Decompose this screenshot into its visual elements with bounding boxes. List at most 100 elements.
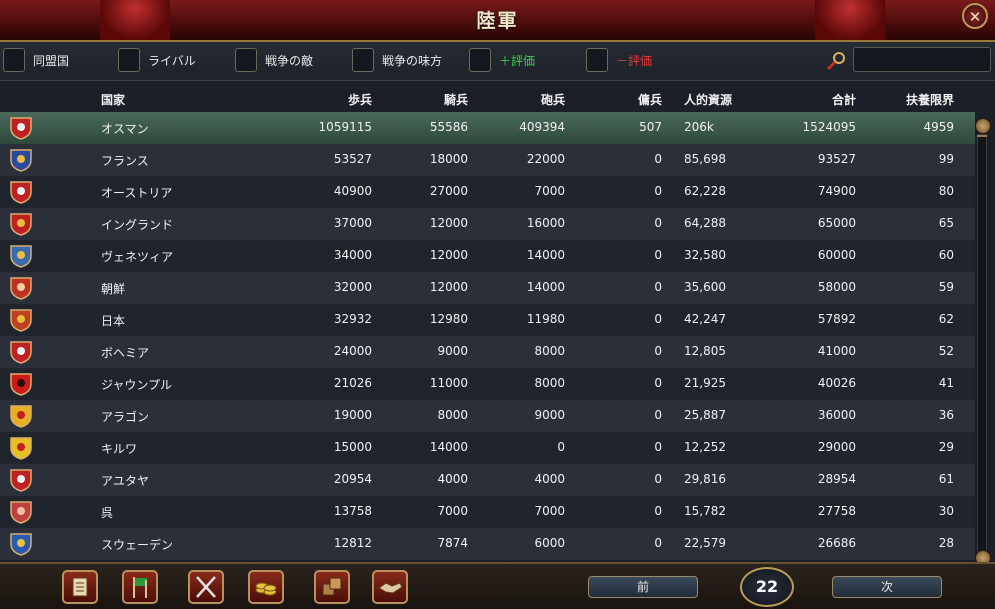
search-input[interactable] [853, 47, 991, 72]
scrollbar-thumb[interactable] [977, 135, 987, 137]
country-shield-icon[interactable] [8, 467, 34, 493]
crossed-swords-icon [196, 576, 216, 598]
cell-total: 58000 [817, 280, 856, 294]
military-button[interactable] [188, 570, 224, 604]
war-enemies-checkbox[interactable] [235, 48, 257, 72]
cell-force-limit: 28 [938, 536, 954, 550]
war-allies-checkbox[interactable] [352, 48, 374, 72]
column-country[interactable]: 国家 [101, 91, 125, 108]
title-bar: 陸軍 ✕ [0, 0, 995, 42]
negative-opinion-checkbox[interactable] [586, 48, 608, 72]
table-row[interactable]: ヴェネツィア 34000 12000 14000 0 32,580 60000 60 [0, 240, 975, 272]
cell-mercenary: 0 [654, 152, 662, 166]
cell-manpower: 32,580 [684, 248, 726, 262]
filter-label: 同盟国 [33, 54, 70, 68]
table-row[interactable]: 朝鮮 32000 12000 14000 0 35,600 58000 59 [0, 272, 975, 304]
cell-country[interactable]: アラゴン [101, 408, 149, 425]
allies-checkbox[interactable] [3, 48, 25, 72]
table-row[interactable]: オーストリア 40900 27000 7000 0 62,228 74900 80 [0, 176, 975, 208]
cell-artillery: 4000 [534, 472, 565, 486]
cell-force-limit: 30 [938, 504, 954, 518]
country-shield-icon[interactable] [8, 211, 34, 237]
cell-artillery: 409394 [519, 120, 565, 134]
cell-country[interactable]: 呉 [101, 504, 113, 521]
economy-button[interactable] [248, 570, 284, 604]
cell-country[interactable]: ボヘミア [101, 344, 149, 361]
column-infantry[interactable]: 歩兵 [282, 91, 372, 108]
column-total[interactable]: 合計 [766, 91, 856, 108]
table-row[interactable]: アユタヤ 20954 4000 4000 0 29,816 28954 61 [0, 464, 975, 496]
previous-page-button[interactable]: 前 [588, 576, 698, 598]
scrollbar-track[interactable] [977, 134, 987, 556]
table-row[interactable]: イングランド 37000 12000 16000 0 64,288 65000 65 [0, 208, 975, 240]
cell-manpower: 62,228 [684, 184, 726, 198]
country-shield-icon[interactable] [8, 499, 34, 525]
magnifier-icon[interactable] [826, 50, 848, 72]
table-body: オスマン 1059115 55586 409394 507 206k 1524095 4959… [0, 112, 975, 560]
ledger-button[interactable] [62, 570, 98, 604]
table-row[interactable]: 呉 13758 7000 7000 0 15,782 27758 30 [0, 496, 975, 528]
filter-label: ＋評価 [499, 54, 536, 68]
country-shield-icon[interactable] [8, 147, 34, 173]
cell-total: 26686 [817, 536, 856, 550]
country-shield-icon[interactable] [8, 531, 34, 557]
cell-cavalry: 12000 [429, 248, 468, 262]
cell-country[interactable]: ヴェネツィア [101, 248, 173, 265]
cell-country[interactable]: イングランド [101, 216, 173, 233]
table-row[interactable]: フランス 53527 18000 22000 0 85,698 93527 99 [0, 144, 975, 176]
table-row[interactable]: オスマン 1059115 55586 409394 507 206k 1524095 4959 [0, 112, 975, 144]
cell-force-limit: 65 [938, 216, 954, 230]
country-shield-icon[interactable] [8, 403, 34, 429]
agreements-button[interactable] [372, 570, 408, 604]
table-row[interactable]: キルワ 15000 14000 0 0 12,252 29000 29 [0, 432, 975, 464]
column-artillery[interactable]: 砲兵 [475, 91, 565, 108]
column-mercenary[interactable]: 傭兵 [572, 91, 662, 108]
cell-country[interactable]: スウェーデン [101, 536, 173, 553]
cell-artillery: 6000 [534, 536, 565, 550]
country-shield-icon[interactable] [8, 275, 34, 301]
cell-country[interactable]: キルワ [101, 440, 137, 457]
table-row[interactable]: 日本 32932 12980 11980 0 42,247 57892 62 [0, 304, 975, 336]
next-page-button[interactable]: 次 [832, 576, 942, 598]
table-row[interactable]: ボヘミア 24000 9000 8000 0 12,805 41000 52 [0, 336, 975, 368]
cell-country[interactable]: オスマン [101, 120, 149, 137]
table-row[interactable]: スウェーデン 12812 7874 6000 0 22,579 26686 28 [0, 528, 975, 560]
cell-country[interactable]: 日本 [101, 312, 125, 329]
table-row[interactable]: ジャウンプル 21026 11000 8000 0 21,925 40026 41 [0, 368, 975, 400]
country-shield-icon[interactable] [8, 307, 34, 333]
column-cavalry[interactable]: 騎兵 [378, 91, 468, 108]
cell-country[interactable]: ジャウンプル [101, 376, 172, 393]
country-shield-icon[interactable] [8, 435, 34, 461]
cell-artillery: 16000 [526, 216, 565, 230]
table-row[interactable]: アラゴン 19000 8000 9000 0 25,887 36000 36 [0, 400, 975, 432]
cell-total: 93527 [817, 152, 856, 166]
cell-infantry: 1059115 [318, 120, 372, 134]
cell-country[interactable]: フランス [101, 152, 149, 169]
cell-mercenary: 0 [654, 216, 662, 230]
cell-manpower: 22,579 [684, 536, 726, 550]
country-shield-icon[interactable] [8, 339, 34, 365]
country-shield-icon[interactable] [8, 115, 34, 141]
cell-country[interactable]: オーストリア [101, 184, 172, 201]
column-force-limit[interactable]: 扶養限界 [864, 91, 954, 108]
filter-label: 戦争の敵 [265, 54, 314, 68]
positive-opinion-checkbox[interactable] [469, 48, 491, 72]
cell-force-limit: 60 [938, 248, 954, 262]
country-shield-icon[interactable] [8, 371, 34, 397]
diplomacy-flags-button[interactable] [122, 570, 158, 604]
cell-force-limit: 41 [938, 376, 954, 390]
scroll-up-button[interactable] [975, 118, 991, 134]
column-manpower[interactable]: 人的資源 [684, 91, 732, 108]
cell-mercenary: 0 [654, 472, 662, 486]
cell-total: 57892 [817, 312, 856, 326]
country-shield-icon[interactable] [8, 179, 34, 205]
cell-country[interactable]: アユタヤ [101, 472, 149, 489]
rivals-checkbox[interactable] [118, 48, 140, 72]
cell-artillery: 14000 [526, 280, 565, 294]
cell-manpower: 35,600 [684, 280, 726, 294]
cell-manpower: 12,805 [684, 344, 726, 358]
cell-country[interactable]: 朝鮮 [101, 280, 125, 297]
country-shield-icon[interactable] [8, 243, 34, 269]
trade-goods-button[interactable] [314, 570, 350, 604]
close-button[interactable]: ✕ [962, 3, 988, 29]
